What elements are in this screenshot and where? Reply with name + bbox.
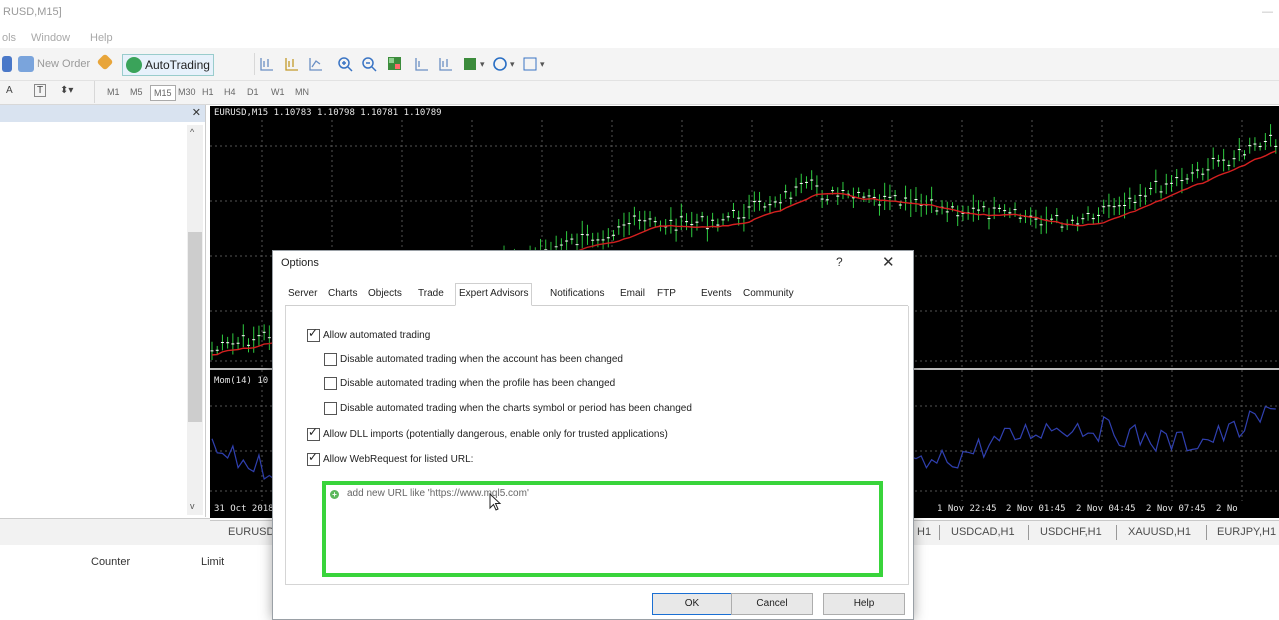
line-chart-icon	[309, 58, 322, 71]
tab-charts[interactable]: Charts	[325, 288, 360, 299]
main-toolbar: New Order AutoTrading ▾ ▾ ▾	[0, 48, 1279, 81]
autotrading-icon	[126, 57, 142, 73]
bar-chart-icon	[260, 58, 273, 71]
navigator-panel: ✕ ^ v	[0, 105, 206, 517]
checkbox-icon	[307, 326, 320, 342]
options-dialog: Options ? ✕ Server Charts Objects Trade …	[272, 250, 914, 620]
title-bar: RUSD,M15] —	[0, 0, 1279, 28]
chart-tab-eurjpy[interactable]: EURJPY,H1	[1217, 526, 1276, 538]
allow-automated-trading-checkbox[interactable]: Allow automated trading	[307, 326, 430, 342]
timeframe-h1[interactable]: H1	[199, 85, 217, 99]
checkbox-icon	[307, 425, 320, 441]
svg-text:▾: ▾	[480, 59, 485, 69]
checkbox-icon	[307, 450, 320, 466]
options-tabs: Server Charts Objects Trade Expert Advis…	[285, 283, 908, 306]
column-header-counter[interactable]: Counter	[91, 556, 130, 568]
timeframe-h4[interactable]: H4	[221, 85, 239, 99]
toolbar-icon[interactable]	[2, 56, 12, 72]
close-icon[interactable]: ✕	[882, 253, 895, 271]
ok-button[interactable]: OK	[652, 593, 732, 615]
new-order-button[interactable]: New Order	[18, 56, 90, 72]
allow-dll-imports-checkbox[interactable]: Allow DLL imports (potentially dangerous…	[307, 425, 668, 441]
add-url-icon[interactable]: +	[330, 490, 339, 499]
disable-on-profile-change-checkbox[interactable]: Disable automated trading when the profi…	[324, 377, 615, 390]
menu-tools[interactable]: ols	[2, 32, 16, 44]
chart-tab-h1[interactable]: H1	[917, 526, 931, 538]
menu-bar: ols Window Help	[0, 28, 1279, 48]
chart-tab-eurusd[interactable]: EURUSD	[228, 526, 274, 538]
timeframe-m1[interactable]: M1	[104, 85, 123, 99]
timeframe-d1[interactable]: D1	[244, 85, 262, 99]
menu-help[interactable]: Help	[90, 32, 113, 44]
timeframe-m5[interactable]: M5	[127, 85, 146, 99]
timeframe-m15[interactable]: M15	[150, 85, 176, 101]
tab-email[interactable]: Email	[617, 288, 648, 299]
tab-community[interactable]: Community	[740, 288, 797, 299]
allow-webrequest-checkbox[interactable]: Allow WebRequest for listed URL:	[307, 450, 473, 466]
timeframe-toolbar: A T ⬍▾ M1 M5 M15 M30 H1 H4 D1 W1 MN	[0, 81, 1279, 105]
time-label: 1 Nov 22:45	[937, 504, 997, 514]
chart-shift-icon	[439, 58, 452, 71]
webrequest-url-list[interactable]: + add new URL like 'https://www.mql5.com…	[322, 481, 883, 577]
svg-text:▾: ▾	[540, 59, 545, 69]
tab-events[interactable]: Events	[698, 288, 735, 299]
help-button[interactable]: Help	[823, 593, 905, 615]
scroll-thumb[interactable]	[188, 232, 202, 422]
timeframe-m30[interactable]: M30	[175, 85, 199, 99]
cancel-button[interactable]: Cancel	[731, 593, 813, 615]
timeframe-w1[interactable]: W1	[268, 85, 288, 99]
autoscroll-icon	[415, 58, 428, 71]
tab-expert-advisors[interactable]: Expert Advisors	[455, 283, 533, 306]
chart-info-label: EURUSD,M15 1.10783 1.10798 1.10781 1.107…	[214, 108, 442, 118]
chart-tab-xauusd[interactable]: XAUUSD,H1	[1128, 526, 1191, 538]
metaeditor-icon[interactable]	[96, 53, 114, 71]
mouse-cursor-icon	[489, 493, 502, 511]
tab-objects[interactable]: Objects	[365, 288, 405, 299]
tab-trade[interactable]: Trade	[415, 288, 447, 299]
checkbox-icon	[324, 402, 337, 415]
arrows-icon[interactable]: ⬍▾	[60, 85, 73, 96]
time-label: 2 Nov 01:45	[1006, 504, 1066, 514]
time-label: 2 Nov 04:45	[1076, 504, 1136, 514]
window-title: RUSD,M15]	[3, 6, 62, 18]
disable-on-account-change-checkbox[interactable]: Disable automated trading when the accou…	[324, 353, 623, 366]
navigator-header: ✕	[0, 105, 205, 122]
tab-server[interactable]: Server	[285, 288, 320, 299]
close-icon[interactable]: ✕	[192, 106, 201, 119]
navigator-footer	[0, 518, 210, 546]
svg-text:▾: ▾	[510, 59, 515, 69]
templates-icon	[523, 57, 537, 71]
dialog-title: Options	[281, 257, 319, 269]
autotrading-button[interactable]: AutoTrading	[122, 54, 214, 76]
scroll-up-icon[interactable]: ^	[190, 127, 194, 137]
text-label-icon[interactable]: T	[34, 84, 47, 97]
chart-tools-icons[interactable]: ▾ ▾ ▾	[258, 55, 638, 73]
chart-tab-usdcad[interactable]: USDCAD,H1	[951, 526, 1015, 538]
checkbox-icon	[324, 377, 337, 390]
disable-on-symbol-change-checkbox[interactable]: Disable automated trading when the chart…	[324, 402, 692, 415]
chart-tab-usdchf[interactable]: USDCHF,H1	[1040, 526, 1102, 538]
column-header-limit[interactable]: Limit	[201, 556, 224, 568]
menu-window[interactable]: Window	[31, 32, 70, 44]
text-tool-icon[interactable]: A	[6, 85, 13, 96]
time-label: 2 Nov 07:45	[1146, 504, 1206, 514]
minimize-button[interactable]: —	[1262, 6, 1273, 18]
new-order-icon	[18, 56, 34, 72]
checkbox-icon	[324, 353, 337, 366]
help-icon[interactable]: ?	[836, 255, 843, 269]
time-label: 31 Oct 2018	[214, 504, 274, 514]
momentum-label: Mom(14) 10	[214, 376, 269, 386]
timeframe-mn[interactable]: MN	[292, 85, 312, 99]
candlestick-icon	[285, 58, 298, 71]
indicators-icon	[464, 58, 476, 70]
tab-ftp[interactable]: FTP	[654, 288, 679, 299]
periodicity-icon	[493, 57, 507, 71]
navigator-scrollbar[interactable]: ^ v	[187, 125, 203, 515]
scroll-down-icon[interactable]: v	[190, 501, 195, 511]
tab-notifications[interactable]: Notifications	[547, 288, 607, 299]
time-label: 2 No	[1216, 504, 1238, 514]
